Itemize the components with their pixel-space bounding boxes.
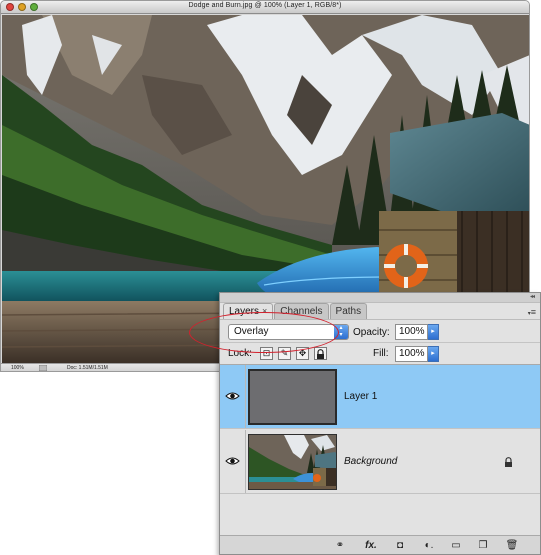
layer-thumbnail (248, 369, 337, 425)
lock-row: Lock: ⊡ ✎ ✥ Fill: 100% ▸ (220, 342, 540, 363)
opacity-input[interactable]: 100% (395, 324, 428, 340)
eye-icon (225, 392, 240, 400)
tab-layers[interactable]: Layers × (223, 303, 274, 319)
close-tab-icon[interactable]: × (262, 306, 267, 316)
lock-position-icon[interactable]: ✥ (296, 347, 309, 360)
layer-thumbnail (248, 434, 337, 490)
link-layers-icon[interactable]: ⚭ (331, 539, 349, 552)
layer-style-icon[interactable]: fx. (361, 539, 381, 552)
delete-layer-icon[interactable]: 🗑 (505, 539, 519, 552)
tab-paths-label: Paths (335, 306, 362, 317)
blend-mode-value: Overlay (234, 326, 269, 337)
layer-lock-icon (505, 457, 512, 467)
fill-slider-button[interactable]: ▸ (428, 346, 439, 362)
blend-mode-select[interactable]: Overlay ▴ ▾ (228, 324, 349, 340)
new-group-icon[interactable]: ▭ (449, 539, 463, 552)
layer-row-background[interactable]: Background (220, 430, 540, 494)
document-title: Dodge and Burn.jpg @ 100% (Layer 1, RGB/… (188, 2, 342, 9)
layer-mask-icon[interactable]: ◘ (392, 539, 408, 552)
eye-icon (225, 457, 240, 465)
layers-panel: ◂◂ Layers × Channels Paths ▾≡ Overlay ▴ ▾ … (219, 292, 541, 555)
panel-header[interactable]: ◂◂ (220, 293, 540, 303)
chevron-updown-icon[interactable]: ▴ ▾ (334, 325, 348, 339)
panel-footer: ⚭ fx. ◘ ◐. ▭ ❐ 🗑 (220, 535, 540, 554)
visibility-toggle[interactable] (220, 430, 246, 493)
tab-paths[interactable]: Paths (329, 303, 368, 319)
lock-label: Lock: (228, 348, 252, 359)
zoom-level[interactable]: 100% (11, 365, 24, 371)
opacity-label: Opacity: (353, 327, 390, 338)
tab-channels[interactable]: Channels (274, 303, 329, 319)
blend-row: Overlay ▴ ▾ Opacity: 100% ▸ (220, 319, 540, 342)
panel-tabs: Layers × Channels Paths (223, 303, 368, 319)
layers-list: Layer 1 Background (220, 364, 540, 537)
background-thumbnail-image (249, 435, 336, 489)
adjustment-layer-icon[interactable]: ◐. (420, 539, 438, 552)
panel-menu-icon[interactable]: ▾≡ (528, 307, 536, 317)
opacity-value: 100% (399, 326, 425, 337)
visibility-toggle[interactable] (220, 365, 246, 428)
lock-all-icon[interactable] (314, 347, 327, 360)
new-layer-icon[interactable]: ❐ (476, 539, 490, 552)
layer-name[interactable]: Layer 1 (344, 391, 377, 402)
fill-label: Fill: (373, 348, 389, 359)
opacity-slider-button[interactable]: ▸ (428, 324, 439, 340)
tab-channels-label: Channels (280, 306, 323, 317)
window-titlebar[interactable]: Dodge and Burn.jpg @ 100% (Layer 1, RGB/… (1, 1, 529, 14)
layer-row-layer-1[interactable]: Layer 1 (220, 365, 540, 429)
fill-input[interactable]: 100% (395, 346, 428, 362)
lock-transparent-pixels-icon[interactable]: ⊡ (260, 347, 273, 360)
lock-image-pixels-icon[interactable]: ✎ (278, 347, 291, 360)
tab-layers-label: Layers (229, 306, 260, 317)
layer-name[interactable]: Background (344, 456, 397, 467)
doc-size-readout: Doc: 1.51M/1.51M (67, 365, 108, 371)
padlock-icon (317, 349, 324, 359)
collapse-icon[interactable]: ◂◂ (530, 293, 535, 300)
fill-value: 100% (399, 348, 425, 359)
status-info-icon[interactable] (39, 365, 47, 371)
